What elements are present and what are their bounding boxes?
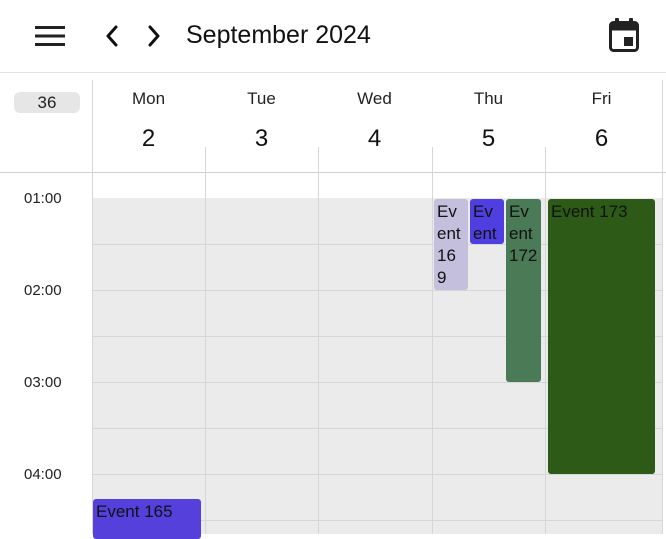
event-172[interactable]: Event 172	[506, 199, 541, 382]
time-label: 04:00	[24, 466, 62, 483]
grid-line	[92, 474, 662, 475]
header-divider	[545, 147, 546, 172]
column-divider	[205, 172, 206, 534]
calendar-today-icon[interactable]	[606, 16, 642, 54]
chevron-right-icon[interactable]	[140, 22, 168, 50]
column-divider	[318, 172, 319, 534]
event-165[interactable]: Event 165	[93, 499, 201, 539]
day-header-thu[interactable]: Thu 5	[432, 88, 545, 154]
column-divider	[92, 172, 93, 534]
day-header-wed[interactable]: Wed 4	[318, 88, 431, 154]
day-header-mon[interactable]: Mon 2	[92, 88, 205, 154]
chevron-left-icon[interactable]	[98, 22, 126, 50]
time-label: 01:00	[24, 190, 62, 207]
event-173[interactable]: Event 173	[548, 199, 655, 474]
header-divider	[432, 147, 433, 172]
day-name: Tue	[247, 89, 276, 108]
hamburger-menu-icon[interactable]	[32, 22, 68, 50]
day-header-tue[interactable]: Tue 3	[205, 88, 318, 154]
event-170[interactable]: Event	[470, 199, 504, 244]
calendar-toolbar: September 2024	[0, 0, 666, 72]
header-divider	[318, 147, 319, 172]
column-divider	[662, 172, 663, 534]
day-name: Thu	[473, 89, 504, 108]
day-number: 3	[254, 125, 269, 152]
toolbar-divider	[0, 72, 666, 73]
time-label: 02:00	[24, 282, 62, 299]
month-title[interactable]: September 2024	[186, 18, 371, 52]
day-header-fri[interactable]: Fri 6	[545, 88, 658, 154]
header-divider	[205, 147, 206, 172]
day-number: 4	[367, 125, 382, 152]
header-bottom-line	[0, 172, 666, 173]
day-number: 5	[481, 125, 496, 152]
week-number-badge: 36	[14, 92, 80, 113]
day-number: 6	[594, 125, 609, 152]
column-divider	[432, 172, 433, 534]
header-divider	[92, 80, 93, 172]
event-169[interactable]: Event 169	[434, 199, 468, 290]
day-number: 2	[141, 125, 156, 152]
day-name: Wed	[357, 89, 392, 108]
day-name: Fri	[591, 89, 612, 108]
header-divider	[662, 80, 663, 172]
day-name: Mon	[131, 89, 166, 108]
column-divider	[545, 172, 546, 534]
time-label: 03:00	[24, 374, 62, 391]
